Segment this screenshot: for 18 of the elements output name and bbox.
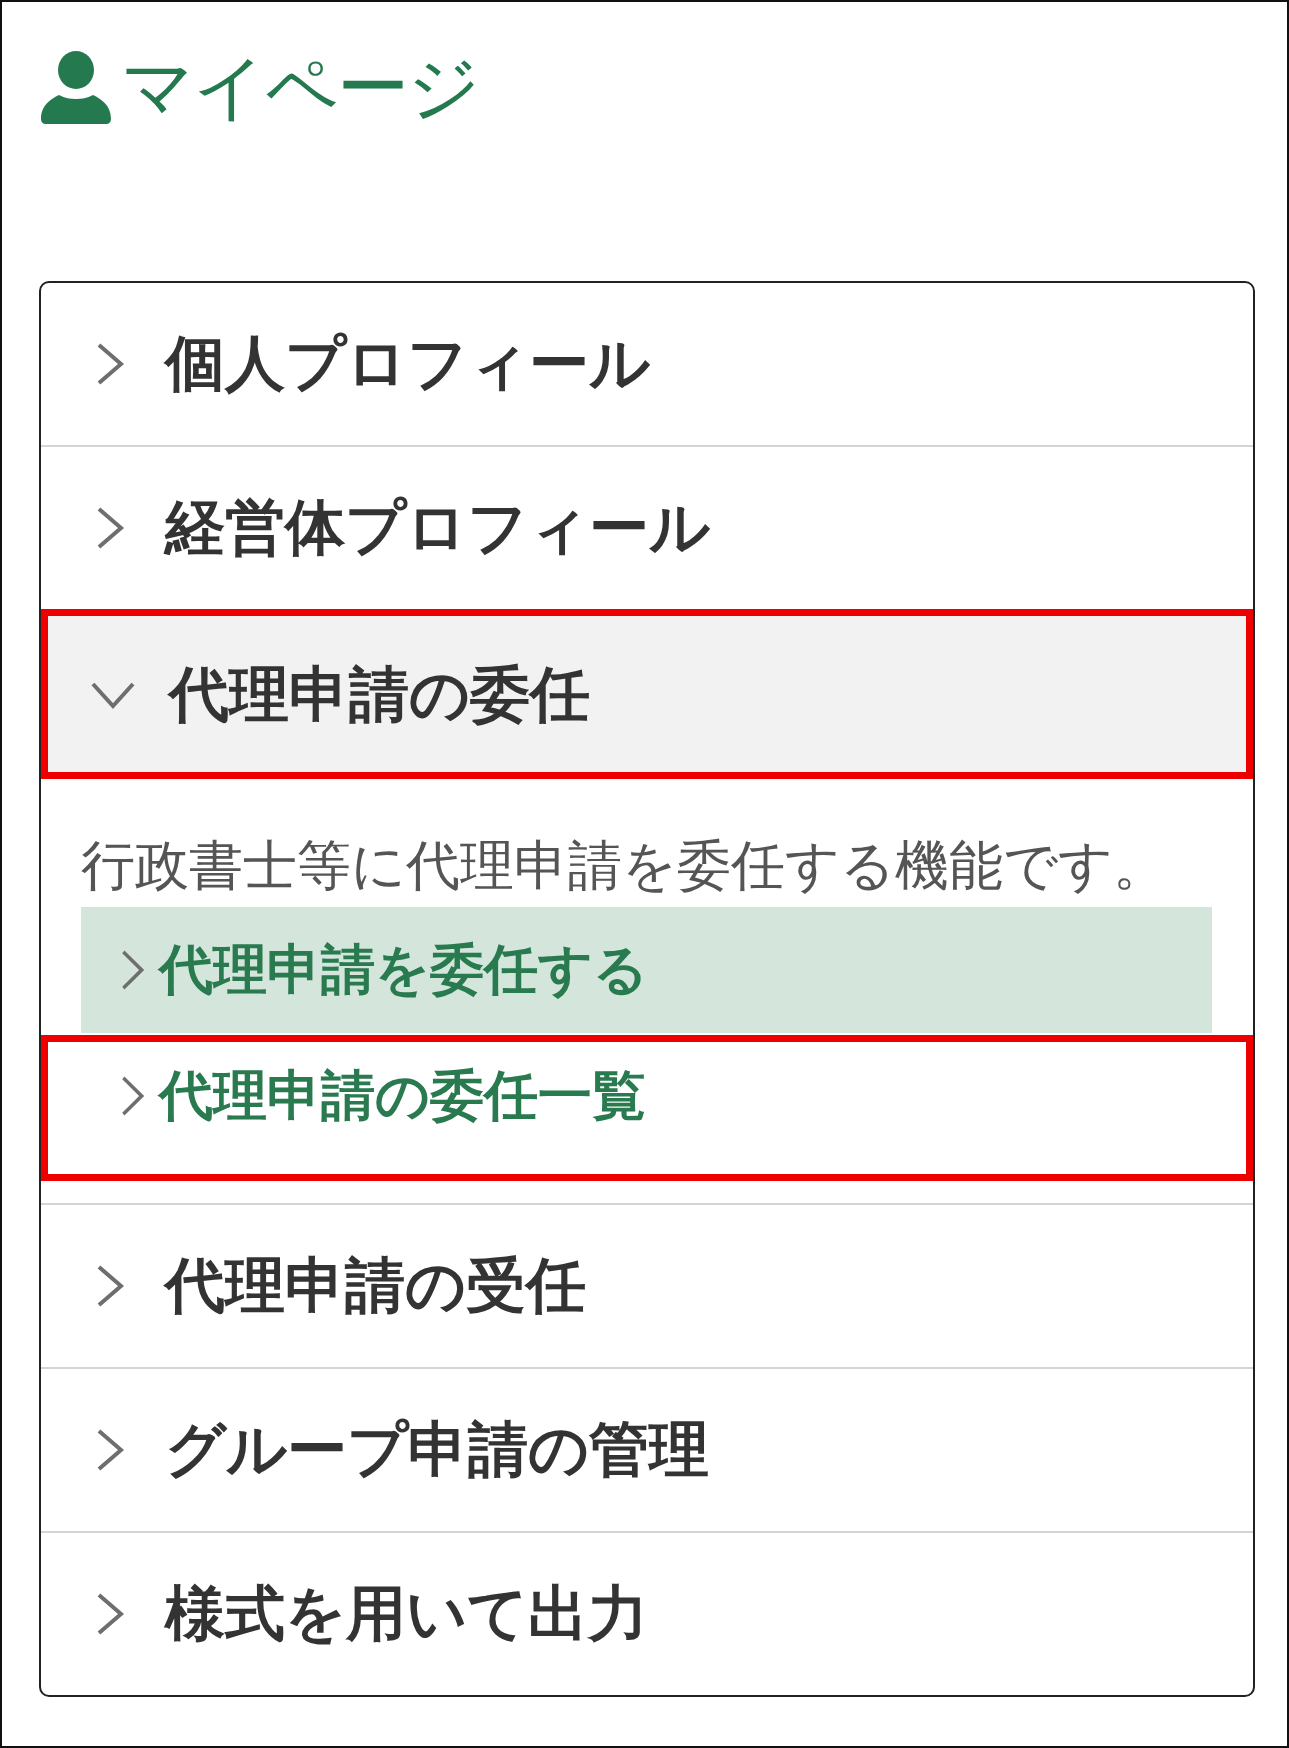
chevron-down-icon [89, 680, 137, 710]
page-title: マイページ [121, 51, 479, 123]
accordion-header[interactable]: 様式を用いて出力 [41, 1533, 1253, 1695]
submenu-link[interactable]: 代理申請を委任する [81, 907, 1212, 1033]
chevron-right-icon [95, 1427, 125, 1473]
accordion-header[interactable]: 代理申請の受任 [41, 1205, 1253, 1367]
accordion-header[interactable]: 個人プロフィール [41, 283, 1253, 445]
chevron-right-icon [95, 341, 125, 387]
chevron-right-icon [95, 505, 125, 551]
chevron-right-icon [120, 1074, 145, 1118]
submenu-link[interactable]: 代理申請の委任一覧 [81, 1033, 1212, 1159]
accordion-header[interactable]: グループ申請の管理 [41, 1369, 1253, 1531]
description-text: 行政書士等に代理申請を委任する機能です。 [81, 833, 1168, 899]
chevron-right-icon [95, 1263, 125, 1309]
accordion-header[interactable]: 経営体プロフィール [41, 447, 1253, 609]
person-icon [39, 50, 113, 124]
chevron-right-icon [120, 948, 145, 992]
chevron-right-icon [95, 1591, 125, 1637]
